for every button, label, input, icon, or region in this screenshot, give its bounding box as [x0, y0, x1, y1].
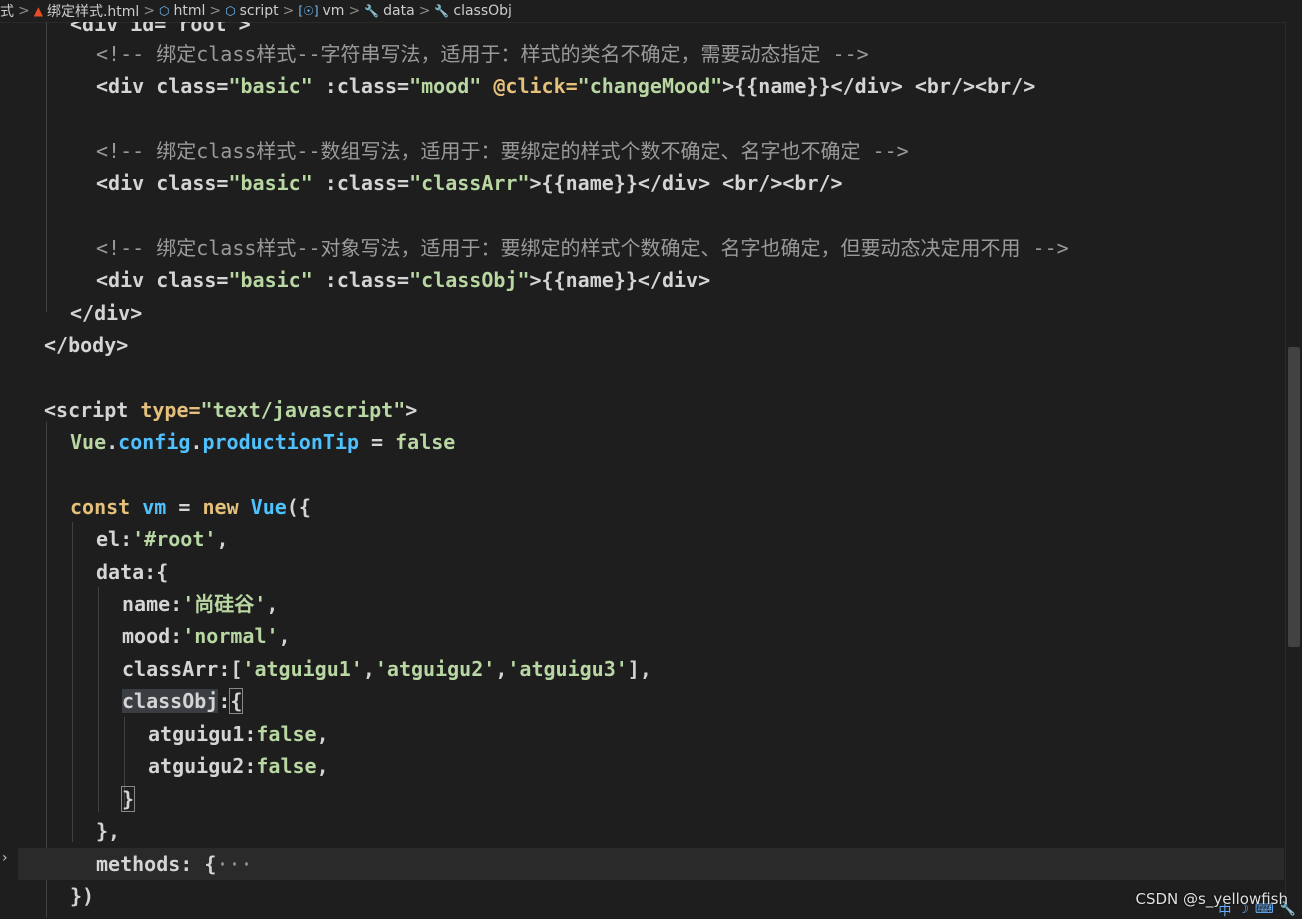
- breadcrumb-item-html[interactable]: ⬡ html >: [159, 3, 225, 19]
- breadcrumb-item-data[interactable]: 🔧 data >: [364, 3, 434, 19]
- wrench-icon: 🔧: [434, 4, 450, 18]
- code-line: mood:'normal',: [122, 624, 291, 648]
- code-line: data:{: [96, 560, 169, 584]
- html5-icon: ▲: [33, 4, 43, 18]
- code-line: <!-- 绑定class样式--字符串写法，适用于：样式的类名不确定，需要动态指…: [96, 42, 869, 66]
- breadcrumb-item-vm[interactable]: [☉] vm >: [298, 3, 364, 19]
- indent-guide: [46, 422, 47, 918]
- breadcrumb: 式 > ▲ 绑定样式.html > ⬡ html > ⬡ script > [☉] vm > 🔧 d…: [0, 0, 1302, 23]
- code-line: },: [96, 819, 121, 843]
- breadcrumb-separator: >: [143, 3, 156, 19]
- scrollbar-track[interactable]: [1285, 22, 1302, 918]
- watermark: CSDN @s_yellowfish: [1135, 890, 1288, 908]
- code-line: const vm = new Vue({: [70, 495, 311, 519]
- code-line: <!-- 绑定class样式--对象写法，适用于：要绑定的样式个数确定、名字也确…: [96, 236, 1069, 260]
- code-line: methods: {···: [96, 852, 253, 876]
- code-line: <script type="text/javascript">: [44, 398, 418, 422]
- code-line: }): [70, 884, 95, 908]
- breadcrumb-separator: >: [282, 3, 295, 19]
- breadcrumb-separator: >: [18, 3, 30, 19]
- variable-icon: [☉]: [298, 4, 319, 18]
- code-editor[interactable]: <div id="root"> <!-- 绑定class样式--字符串写法，适用…: [0, 22, 1286, 918]
- indent-guide: [72, 522, 73, 842]
- code-line: </div>: [70, 301, 143, 325]
- fold-chevron-icon[interactable]: ›: [2, 850, 8, 866]
- code-line: </body>: [44, 333, 129, 357]
- cube-icon: ⬡: [159, 4, 170, 18]
- scrollbar-thumb[interactable]: [1288, 347, 1300, 647]
- code-line: atguigu1:false,: [148, 722, 329, 746]
- code-line: <div class="basic" :class="classObj">{{n…: [96, 268, 711, 292]
- breadcrumb-separator: >: [209, 3, 222, 19]
- breadcrumb-separator: >: [348, 3, 361, 19]
- code-line: classObj:{: [122, 688, 244, 714]
- wrench-icon: 🔧: [364, 4, 380, 18]
- breadcrumb-item-tail[interactable]: 式 >: [0, 1, 34, 21]
- code-line: classArr:['atguigu1','atguigu2','atguigu…: [122, 657, 652, 681]
- code-line: <div class="basic" :class="classArr">{{n…: [96, 171, 843, 195]
- code-line: <div class="basic" :class="mood" @click=…: [96, 74, 1036, 98]
- breadcrumb-item-file[interactable]: ▲ 绑定样式.html >: [34, 1, 159, 21]
- code-line: }: [120, 786, 136, 812]
- code-line: Vue.config.productionTip = false: [70, 430, 456, 454]
- breadcrumb-item-script[interactable]: ⬡ script >: [225, 3, 298, 19]
- cube-icon: ⬡: [225, 4, 236, 18]
- code-line: el:'#root',: [96, 527, 229, 551]
- code-line: atguigu2:false,: [148, 754, 329, 778]
- breadcrumb-item-classobj[interactable]: 🔧 classObj: [434, 3, 512, 19]
- indent-guide: [46, 22, 47, 312]
- indent-guide: [98, 587, 99, 812]
- code-line: name:'尚硅谷',: [122, 592, 279, 616]
- breadcrumb-separator: >: [418, 3, 431, 19]
- code-line: <!-- 绑定class样式--数组写法，适用于：要绑定的样式个数不确定、名字也…: [96, 139, 909, 163]
